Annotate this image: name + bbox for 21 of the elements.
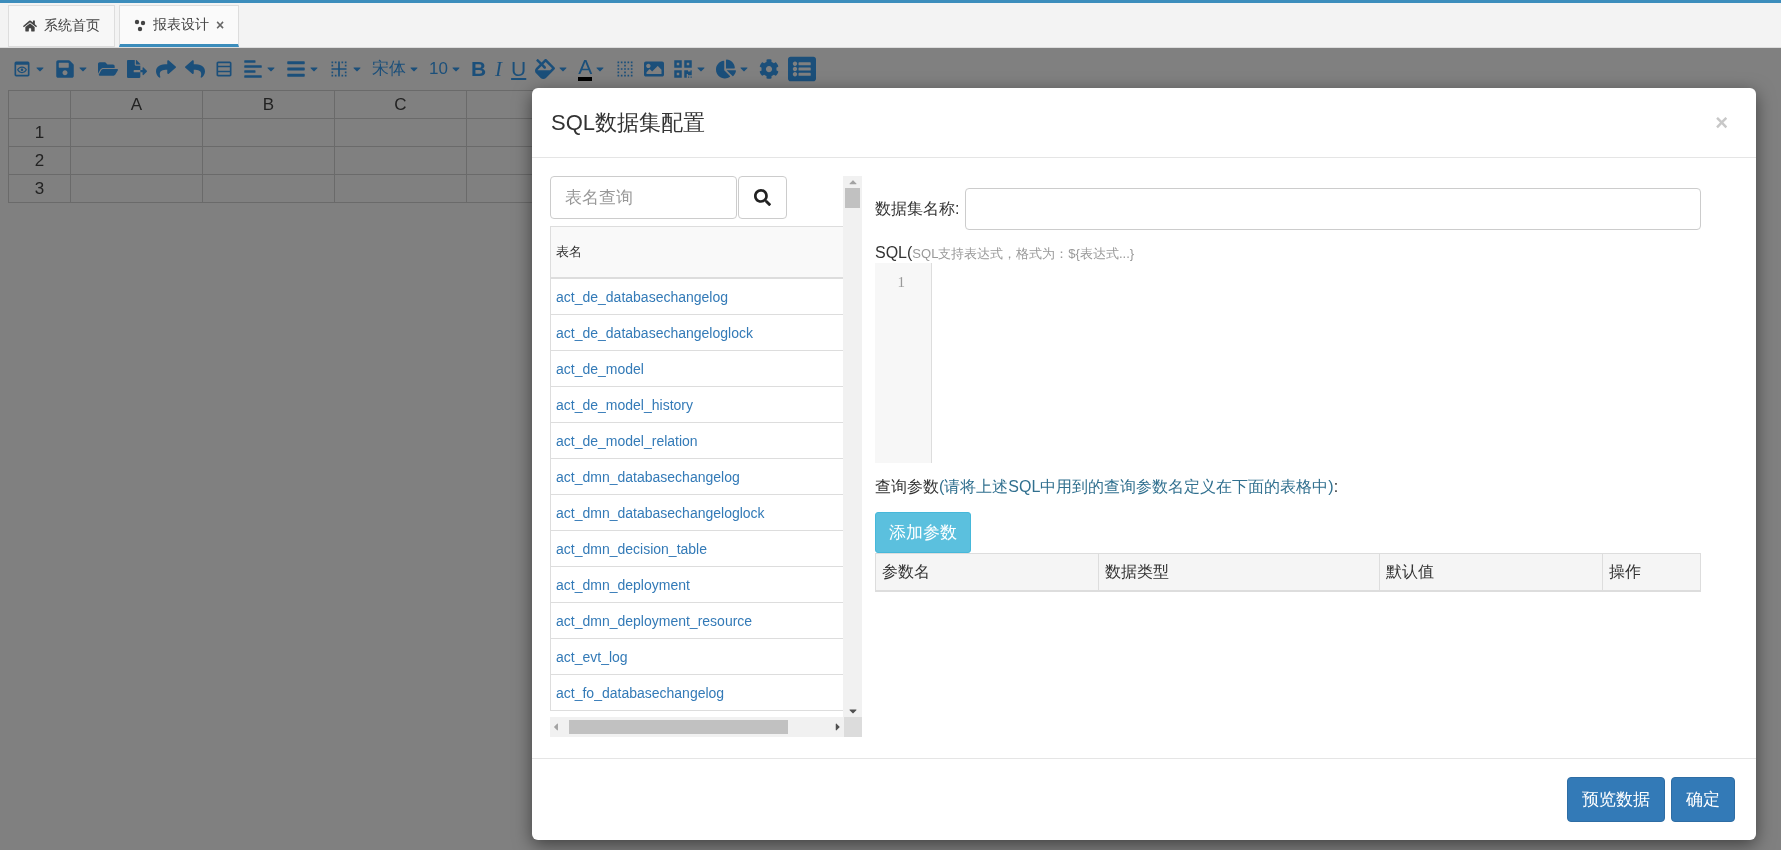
colon: :	[1333, 478, 1339, 496]
tab-label: 系统首页	[44, 17, 100, 35]
params-hint: (请将上述SQL中用到的查询参数名定义在下面的表格中)	[939, 477, 1334, 497]
line-number: 1	[897, 274, 905, 290]
params-label: 查询参数	[875, 477, 939, 497]
sql-label: SQL(	[875, 244, 913, 262]
column-header: 表名	[550, 226, 843, 279]
row-header: 3	[8, 174, 71, 203]
column-header: 操作	[1602, 554, 1700, 590]
tab-label: 报表设计	[153, 16, 209, 34]
row-header: 1	[8, 118, 71, 147]
column-header: 默认值	[1379, 554, 1602, 590]
column-header: C	[334, 90, 467, 119]
column-header: B	[202, 90, 335, 119]
column-header: 数据类型	[1098, 554, 1379, 590]
column-header: A	[70, 90, 203, 119]
row-header: 2	[8, 146, 71, 175]
sql-hint: SQL支持表达式，格式为：${表达式...}	[912, 245, 1135, 263]
name-label: 数据集名称:	[875, 198, 960, 219]
dialog-title: SQL数据集配置	[551, 108, 706, 137]
column-header: 参数名	[881, 561, 931, 582]
